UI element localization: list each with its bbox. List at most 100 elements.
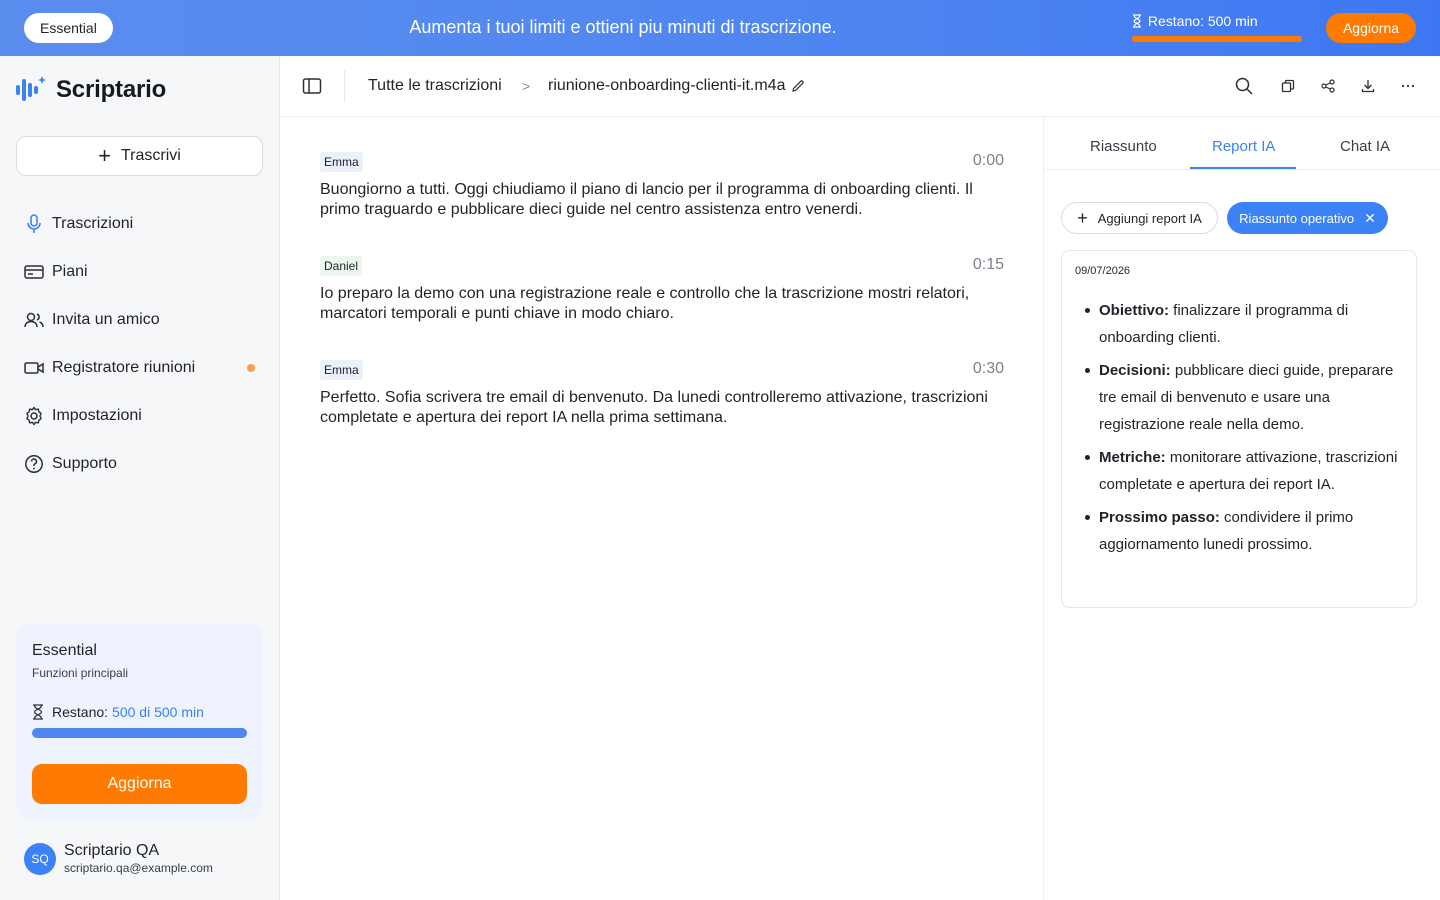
video-camera-icon	[24, 358, 44, 378]
segment-text: Io preparo la demo con una registrazione…	[320, 285, 970, 322]
topbar-divider	[344, 70, 345, 102]
tab-report-ia[interactable]: Report IA	[1212, 138, 1275, 155]
plan-usage-fill	[32, 728, 247, 738]
report-date: 09/07/2026	[1075, 265, 1131, 277]
banner-usage-fill	[1132, 36, 1302, 42]
breadcrumb-root[interactable]: Tutte le trascrizioni	[368, 77, 502, 95]
user-name: Scriptario QA	[64, 842, 160, 859]
notification-dot	[247, 364, 255, 372]
transcribe-label: Trascrivi	[121, 147, 181, 164]
report-item-title: Prossimo passo:	[1099, 509, 1220, 526]
sidebar-toggle-icon[interactable]	[302, 76, 322, 96]
plus-icon: +	[98, 143, 111, 168]
transcript: Emma 0:00 Buongiorno a tutti. Oggi chiud…	[280, 117, 1043, 900]
credit-card-icon	[24, 262, 44, 282]
sidebar-item-label: Impostazioni	[52, 407, 142, 424]
upgrade-banner: Essential Aumenta i tuoi limiti e ottien…	[0, 0, 1440, 56]
panel-tabs: Riassunto Report IA Chat IA	[1044, 117, 1440, 170]
avatar: SQ	[24, 842, 56, 875]
users-icon	[24, 310, 44, 330]
breadcrumb-file: riunione-onboarding-clienti-it.m4a	[548, 77, 805, 95]
sidebar-nav: Trascrizioni Piani Invita un amico Regis…	[16, 200, 263, 488]
close-icon[interactable]: ✕	[1364, 210, 1376, 227]
search-icon[interactable]	[1234, 76, 1254, 96]
user-email: scriptario.qa@example.com	[64, 861, 213, 875]
report-list: Obiettivo: finalizzare il programma di o…	[1085, 297, 1404, 564]
user-profile[interactable]: SQ Scriptario QA scriptario.qa@example.c…	[24, 842, 213, 875]
report-card: 09/07/2026 Obiettivo: finalizzare il pro…	[1061, 250, 1417, 608]
sidebar-item-label: Piani	[52, 263, 88, 280]
ai-panel: Riassunto Report IA Chat IA + Aggiungi r…	[1043, 117, 1440, 900]
transcript-segment[interactable]: Emma 0:30 Perfetto. Sofia scrivera tre e…	[320, 360, 1004, 428]
help-circle-icon	[24, 454, 44, 474]
transcribe-button[interactable]: + Trascrivi	[16, 136, 263, 176]
transcript-segment[interactable]: Emma 0:00 Buongiorno a tutti. Oggi chiud…	[320, 152, 1004, 220]
segment-text: Perfetto. Sofia scrivera tre email di be…	[320, 389, 988, 426]
sidebar: Scriptario + Trascrivi Trascrizioni Pian…	[0, 56, 280, 900]
hourglass-icon	[33, 704, 43, 720]
banner-remaining-value: 500 min	[1207, 13, 1258, 29]
report-item-title: Decisioni:	[1099, 362, 1171, 379]
speaker-label[interactable]: Emma	[320, 152, 363, 172]
tab-chat-ia[interactable]: Chat IA	[1340, 138, 1390, 155]
sidebar-item-piani[interactable]: Piani	[16, 248, 263, 296]
timestamp[interactable]: 0:30	[973, 360, 1004, 378]
banner-upgrade-button[interactable]: Aggiorna	[1326, 13, 1416, 43]
add-report-button[interactable]: + Aggiungi report IA	[1061, 202, 1218, 234]
banner-usage-bar	[1132, 36, 1302, 42]
sidebar-item-impostazioni[interactable]: Impostazioni	[16, 392, 263, 440]
sidebar-item-label: Registratore riunioni	[52, 359, 196, 376]
report-item: Prossimo passo: condividere il primo agg…	[1085, 504, 1404, 558]
report-item: Decisioni: pubblicare dieci guide, prepa…	[1085, 357, 1404, 438]
plus-icon: +	[1077, 208, 1088, 228]
speaker-label[interactable]: Emma	[320, 360, 363, 380]
plan-upgrade-button[interactable]: Aggiorna	[32, 764, 247, 804]
banner-remaining: Restano: 500 min	[1132, 13, 1302, 29]
plan-name: Essential	[32, 642, 97, 659]
download-icon[interactable]	[1358, 76, 1378, 96]
share-icon[interactable]	[1318, 76, 1338, 96]
copy-icon[interactable]	[1278, 76, 1298, 96]
logo-text: Scriptario	[56, 76, 167, 103]
microphone-icon	[24, 214, 44, 234]
report-item: Obiettivo: finalizzare il programma di o…	[1085, 297, 1404, 351]
sidebar-item-label: Invita un amico	[52, 311, 160, 328]
active-report-chip[interactable]: Riassunto operativo ✕	[1227, 202, 1388, 234]
plan-card: Essential Funzioni principali Restano: 5…	[16, 624, 263, 820]
tab-riassunto[interactable]: Riassunto	[1090, 138, 1157, 155]
sidebar-item-registratore[interactable]: Registratore riunioni	[16, 344, 263, 392]
sidebar-item-invita[interactable]: Invita un amico	[16, 296, 263, 344]
logo-waveform-icon	[16, 76, 46, 101]
user-info: Scriptario QA scriptario.qa@example.com	[64, 842, 213, 875]
banner-remaining-label: Restano:	[1147, 13, 1204, 29]
timestamp[interactable]: 0:00	[973, 152, 1004, 170]
timestamp[interactable]: 0:15	[973, 256, 1004, 274]
plan-remaining-value: 500 di 500 min	[112, 704, 204, 720]
report-item: Metriche: monitorare attivazione, trascr…	[1085, 444, 1404, 498]
plan-usage-bar	[32, 728, 247, 738]
active-report-label: Riassunto operativo	[1239, 210, 1355, 226]
breadcrumb-separator: >	[522, 78, 531, 94]
report-item-title: Metriche:	[1099, 449, 1166, 466]
segment-text: Buongiorno a tutti. Oggi chiudiamo il pi…	[320, 181, 973, 218]
report-item-title: Obiettivo:	[1099, 302, 1169, 319]
banner-message: Aumenta i tuoi limiti e ottieni piu minu…	[409, 17, 837, 37]
sidebar-item-label: Trascrizioni	[52, 215, 134, 232]
file-name: riunione-onboarding-clienti-it.m4a	[548, 77, 786, 94]
add-report-label: Aggiungi report IA	[1097, 210, 1202, 226]
plan-remaining: Restano: 500 di 500 min	[32, 704, 204, 720]
active-tab-indicator	[1190, 167, 1296, 169]
speaker-label[interactable]: Daniel	[320, 256, 363, 276]
sidebar-item-supporto[interactable]: Supporto	[16, 440, 263, 488]
sidebar-item-trascrizioni[interactable]: Trascrizioni	[16, 200, 263, 248]
pencil-icon[interactable]	[791, 79, 805, 93]
plan-subtitle: Funzioni principali	[32, 666, 129, 680]
plan-remaining-label: Restano:	[52, 704, 109, 720]
sidebar-item-label: Supporto	[52, 455, 117, 472]
more-icon[interactable]	[1398, 76, 1418, 96]
hourglass-icon	[1133, 14, 1141, 28]
content-topbar: Tutte le trascrizioni > riunione-onboard…	[280, 56, 1440, 117]
logo[interactable]: Scriptario	[16, 76, 166, 104]
transcript-segment[interactable]: Daniel 0:15 Io preparo la demo con una r…	[320, 256, 1004, 324]
gear-icon	[24, 406, 44, 426]
